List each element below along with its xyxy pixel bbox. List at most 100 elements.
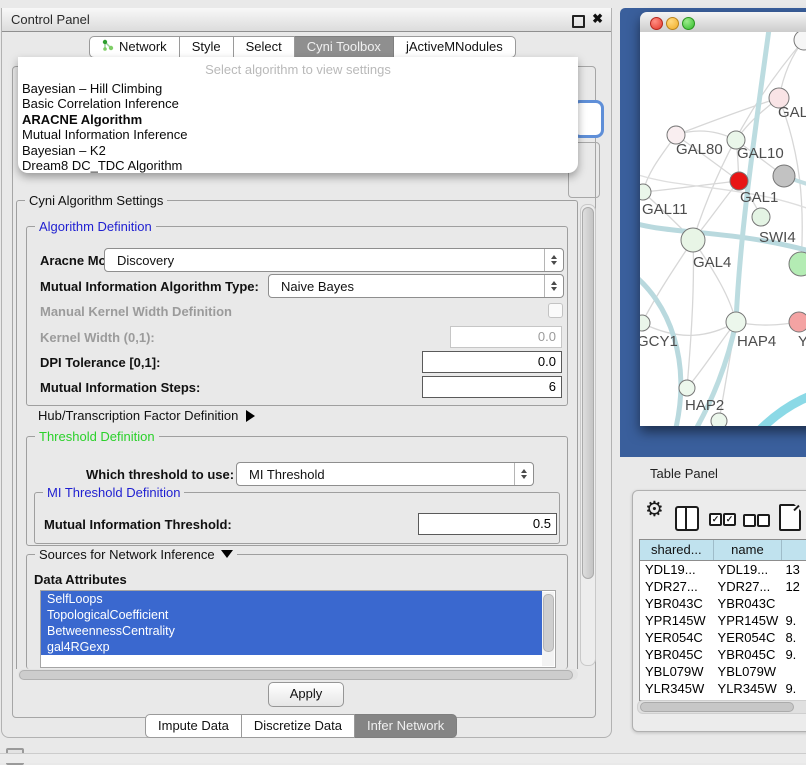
tab-cyni-toolbox[interactable]: Cyni Toolbox (295, 36, 394, 58)
tab-select[interactable]: Select (234, 36, 295, 58)
collapse-down-icon[interactable] (221, 550, 233, 558)
spinner-icon[interactable] (514, 463, 533, 485)
unchecked-box-icon[interactable] (757, 514, 770, 527)
network-node[interactable] (711, 413, 727, 426)
table-cell: YDR27... (713, 578, 781, 595)
scrollbar-thumb[interactable] (640, 702, 794, 712)
mi-type-combo[interactable]: Naive Bayes (268, 274, 564, 298)
network-edge[interactable] (676, 98, 779, 135)
table-cell: YBL079W (640, 663, 713, 680)
which-threshold-combo[interactable]: MI Threshold (236, 462, 534, 486)
network-edge[interactable] (758, 384, 806, 426)
table-row[interactable]: YER054CYER054C8. (640, 629, 806, 646)
network-view-window[interactable]: GALGAL80GAL10GAL1GAL11SWI4GAL4GCY1HAP4YH… (640, 12, 806, 426)
apply-button[interactable]: Apply (268, 682, 344, 707)
network-node[interactable] (640, 184, 651, 200)
network-node[interactable] (681, 228, 705, 252)
spinner-icon[interactable] (544, 275, 563, 297)
network-node[interactable] (730, 172, 748, 190)
minimize-traffic-light-icon[interactable] (666, 17, 679, 30)
column-header[interactable] (782, 540, 806, 560)
spinner-icon[interactable] (544, 249, 563, 271)
tab-label: Cyni Toolbox (307, 37, 381, 57)
tab-jactivemnodules[interactable]: jActiveMNodules (394, 36, 516, 58)
network-node[interactable] (679, 380, 695, 396)
table-row[interactable]: YLR345WYLR345W9. (640, 680, 806, 697)
list-scrollbar[interactable] (542, 592, 554, 666)
close-icon[interactable]: ✖ (592, 11, 603, 27)
scrollbar-thumb[interactable] (582, 207, 594, 579)
tab-infer-network[interactable]: Infer Network (355, 714, 457, 738)
zoom-traffic-light-icon[interactable] (682, 17, 695, 30)
network-edge[interactable] (643, 135, 676, 192)
table-row[interactable]: YDR27...YDR27...12 (640, 578, 806, 595)
network-node[interactable] (640, 315, 650, 331)
tab-network[interactable]: Network (89, 36, 180, 58)
node-label: GAL80 (676, 141, 723, 158)
network-canvas[interactable]: GALGAL80GAL10GAL1GAL11SWI4GAL4GCY1HAP4YH… (640, 32, 806, 426)
attribute-item[interactable]: BetweennessCentrality (41, 623, 542, 639)
node-table[interactable]: shared...name YDL19...YDL19...13YDR27...… (639, 539, 806, 701)
settings-vertical-scrollbar[interactable] (580, 204, 596, 666)
table-row[interactable]: YDL19...YDL19...13 (640, 561, 806, 578)
algorithm-option[interactable]: Bayesian – Hill Climbing (22, 81, 574, 96)
network-edge[interactable] (643, 181, 739, 192)
dpi-tolerance-field[interactable]: 0.0 (422, 351, 562, 373)
hub-definition-toggle[interactable]: Hub/Transcription Factor Definition (38, 408, 255, 423)
table-row[interactable]: YPR145WYPR145W9. (640, 612, 806, 629)
algorithm-option[interactable]: Mutual Information Inference (22, 127, 574, 142)
attribute-item[interactable]: gal4RGexp (41, 639, 542, 655)
network-edge[interactable] (642, 240, 693, 323)
algorithm-option[interactable]: Bayesian – K2 (22, 143, 574, 158)
expand-right-icon[interactable] (246, 410, 255, 422)
network-node[interactable] (789, 312, 806, 332)
aracne-mode-combo[interactable]: Discovery (104, 248, 564, 272)
scrollbar-thumb[interactable] (543, 594, 554, 652)
attribute-item[interactable]: TopologicalCoefficient (41, 607, 542, 623)
scrollbar-thumb[interactable] (19, 670, 573, 680)
columns-icon[interactable] (675, 506, 699, 531)
table-horizontal-scrollbar[interactable] (637, 700, 806, 714)
table-row[interactable]: YBL079WYBL079W (640, 663, 806, 680)
table-cell: 13 (780, 561, 806, 578)
float-window-icon[interactable] (572, 15, 585, 28)
network-node[interactable] (752, 208, 770, 226)
checked-box-icon[interactable]: ✓ (723, 513, 736, 526)
algorithm-dropdown[interactable]: Select algorithm to view settings Bayesi… (18, 57, 578, 173)
tab-style[interactable]: Style (180, 36, 234, 58)
tab-label: Impute Data (158, 715, 229, 737)
mi-threshold-label: Mutual Information Threshold: (44, 517, 232, 532)
algorithm-option[interactable]: Dream8 DC_TDC Algorithm (22, 158, 574, 173)
algorithm-option[interactable]: ARACNE Algorithm (22, 112, 574, 127)
mi-steps-field[interactable]: 6 (422, 376, 562, 398)
manual-kernel-checkbox[interactable] (548, 303, 563, 318)
network-window-titlebar[interactable] (640, 12, 806, 33)
sources-toggle[interactable]: Sources for Network Inference (35, 547, 237, 562)
settings-horizontal-scrollbar[interactable] (18, 669, 578, 680)
unchecked-box-icon[interactable] (743, 514, 756, 527)
checked-box-icon[interactable]: ✓ (709, 513, 722, 526)
dpi-tolerance-label: DPI Tolerance [0,1]: (40, 355, 160, 370)
network-node[interactable] (789, 252, 806, 276)
node-label: GCY1 (640, 333, 678, 350)
tab-discretize-data[interactable]: Discretize Data (242, 714, 355, 738)
tab-impute-data[interactable]: Impute Data (145, 714, 242, 738)
group-title: Cyni Algorithm Settings (25, 193, 167, 208)
gear-icon[interactable]: ⚙ (645, 499, 664, 520)
network-edge[interactable] (693, 240, 736, 322)
table-row[interactable]: YBR045CYBR045C9. (640, 646, 806, 663)
table-row[interactable]: YBR043CYBR043C (640, 595, 806, 612)
close-traffic-light-icon[interactable] (650, 17, 663, 30)
attribute-item[interactable]: SelfLoops (41, 591, 542, 607)
document-icon[interactable] (779, 504, 801, 531)
network-node[interactable] (726, 312, 746, 332)
network-node[interactable] (794, 32, 806, 50)
data-attributes-list[interactable]: SelfLoopsTopologicalCoefficientBetweenne… (40, 590, 556, 668)
sources-title: Sources for Network Inference (39, 547, 215, 562)
network-node[interactable] (773, 165, 795, 187)
mi-threshold-field[interactable]: 0.5 (418, 513, 557, 535)
column-header[interactable]: shared... (640, 540, 714, 560)
manual-kernel-label: Manual Kernel Width Definition (40, 304, 232, 319)
algorithm-option[interactable]: Basic Correlation Inference (22, 96, 574, 111)
column-header[interactable]: name (714, 540, 783, 560)
